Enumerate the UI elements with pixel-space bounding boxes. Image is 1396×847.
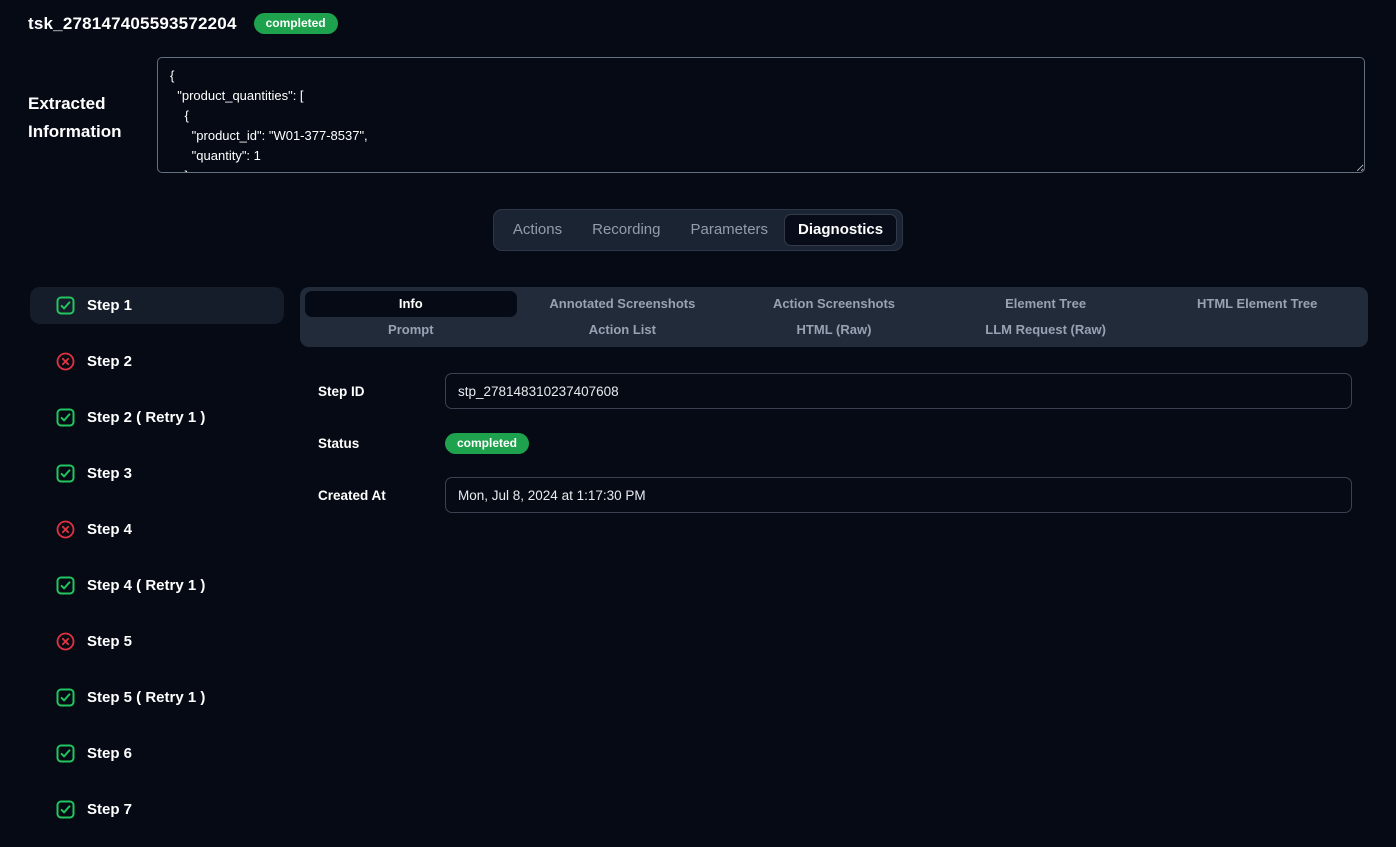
extracted-information-section: Extracted Information { "product_quantit… [0, 57, 1396, 173]
created-at-input[interactable] [445, 477, 1352, 513]
step-label: Step 7 [87, 801, 132, 818]
step-label: Step 6 [87, 745, 132, 762]
step-label: Step 2 ( Retry 1 ) [87, 409, 205, 426]
diagnostics-tab[interactable]: Annotated Screenshots [517, 291, 729, 317]
x-circle-icon [56, 520, 75, 539]
step-list-item[interactable]: Step 3 [30, 455, 284, 492]
task-status-badge: completed [254, 13, 338, 34]
created-at-label: Created At [318, 488, 445, 503]
main-tab[interactable]: Actions [499, 214, 576, 246]
steps-sidebar: Step 1 St [30, 287, 284, 847]
diagnostics-tab[interactable]: Element Tree [940, 291, 1152, 317]
checkbox-checked-icon [56, 576, 75, 595]
content-area: Step 1 St [0, 287, 1396, 847]
step-label: Step 4 ( Retry 1 ) [87, 577, 205, 594]
diagnostics-tab-row-2: Prompt Action List HTML (Raw) LLM Reques… [305, 317, 1363, 343]
main-tab-bar: Actions Recording Parameters Diagnostics [493, 209, 903, 251]
status-label: Status [318, 436, 445, 451]
extracted-information-label-line1: Extracted [28, 90, 157, 118]
diagnostics-tab[interactable]: Action List [517, 317, 729, 343]
info-fields: Step ID Status completed Created At [300, 373, 1368, 513]
checkbox-checked-icon [56, 800, 75, 819]
extracted-information-label: Extracted Information [28, 57, 157, 173]
step-label: Step 4 [87, 521, 132, 538]
extracted-information-label-line2: Information [28, 118, 157, 146]
step-list-item[interactable]: Step 7 [30, 791, 284, 828]
diagnostics-tab[interactable]: Action Screenshots [728, 291, 940, 317]
step-label: Step 3 [87, 465, 132, 482]
step-list-item[interactable]: Step 2 [30, 343, 284, 380]
step-id-input[interactable] [445, 373, 1352, 409]
step-list-item[interactable]: Step 4 [30, 511, 284, 548]
checkbox-checked-icon [56, 408, 75, 427]
step-id-label: Step ID [318, 384, 445, 399]
header: tsk_278147405593572204 completed [0, 0, 1396, 34]
step-label: Step 5 ( Retry 1 ) [87, 689, 205, 706]
diagnostics-tab[interactable]: HTML (Raw) [728, 317, 940, 343]
diagnostics-tab-strip: Info Annotated Screenshots Action Screen… [300, 287, 1368, 347]
step-label: Step 1 [87, 297, 132, 314]
main-tab[interactable]: Diagnostics [784, 214, 897, 246]
status-row: Status completed [318, 425, 1352, 461]
diagnostics-tab[interactable]: Info [305, 291, 517, 317]
step-list-item[interactable]: Step 5 [30, 623, 284, 660]
x-circle-icon [56, 632, 75, 651]
step-id-row: Step ID [318, 373, 1352, 409]
step-list-item[interactable]: Step 6 [30, 735, 284, 772]
diagnostics-tab[interactable]: LLM Request (Raw) [940, 317, 1152, 343]
task-id-title: tsk_278147405593572204 [28, 14, 237, 34]
main-tab[interactable]: Recording [578, 214, 674, 246]
checkbox-checked-icon [56, 688, 75, 707]
task-diagnostics-page: tsk_278147405593572204 completed Extract… [0, 0, 1396, 847]
step-list-item[interactable]: Step 2 ( Retry 1 ) [30, 399, 284, 436]
diagnostics-tab[interactable]: Prompt [305, 317, 517, 343]
step-status-badge: completed [445, 433, 529, 454]
extracted-information-textarea[interactable]: { "product_quantities": [ { "product_id"… [157, 57, 1365, 173]
diagnostics-tab[interactable]: HTML Element Tree [1151, 291, 1363, 317]
step-list-item[interactable]: Step 4 ( Retry 1 ) [30, 567, 284, 604]
main-tab[interactable]: Parameters [677, 214, 783, 246]
step-label: Step 2 [87, 353, 132, 370]
checkbox-checked-icon [56, 744, 75, 763]
checkbox-checked-icon [56, 464, 75, 483]
x-circle-icon [56, 352, 75, 371]
step-list-item[interactable]: Step 1 [30, 287, 284, 324]
checkbox-checked-icon [56, 296, 75, 315]
diagnostics-tab-row-1: Info Annotated Screenshots Action Screen… [305, 291, 1363, 317]
diagnostics-panel: Info Annotated Screenshots Action Screen… [300, 287, 1368, 529]
step-label: Step 5 [87, 633, 132, 650]
created-at-row: Created At [318, 477, 1352, 513]
step-list-item[interactable]: Step 5 ( Retry 1 ) [30, 679, 284, 716]
